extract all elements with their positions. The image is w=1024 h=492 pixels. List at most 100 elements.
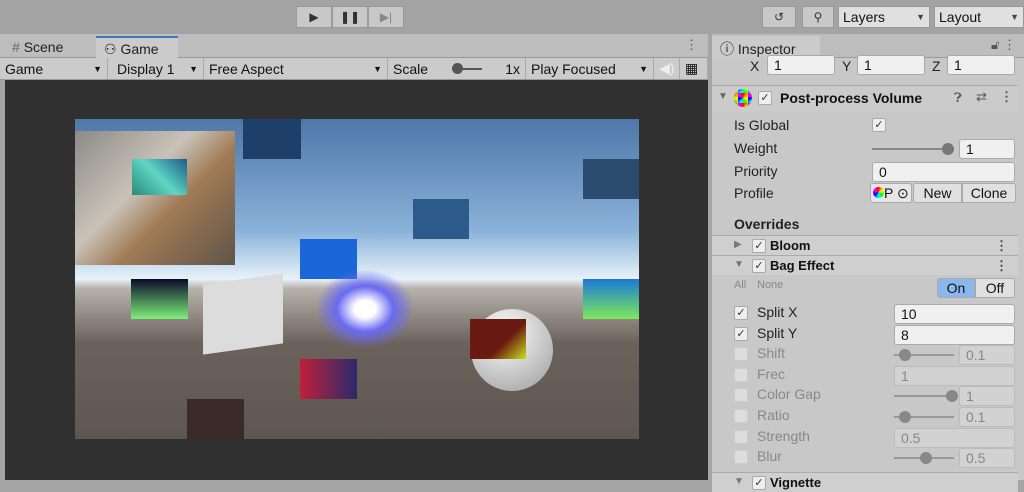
aspect-dropdown[interactable]: Free Aspect ▼ (204, 58, 388, 79)
mute-audio-button[interactable]: ◀) (654, 58, 680, 79)
foldout-expanded-icon[interactable]: ▼ (734, 259, 744, 270)
select-none-link[interactable]: None (757, 279, 783, 291)
play-mode-dropdown[interactable]: Play Focused ▼ (526, 58, 654, 79)
component-header[interactable]: ▼ ✓ Post-process Volume ❓︎ ⇄ ⋮ (712, 85, 1018, 111)
profile-label: Profile (734, 185, 774, 201)
override-checkbox[interactable] (734, 429, 748, 444)
param-field[interactable]: 0.1 (959, 345, 1015, 366)
history-button[interactable]: ↺ (762, 6, 796, 28)
preset-icon[interactable]: ⇄ (976, 89, 987, 105)
more-icon[interactable]: ⋮ (685, 37, 698, 53)
bag-effect-header[interactable]: ▼ ✓ Bag Effect ⋮ (712, 255, 1018, 275)
z-field[interactable]: 1 (947, 55, 1015, 75)
glitch-block (583, 279, 639, 319)
override-checkbox[interactable]: ✓ (734, 306, 748, 320)
glitch-block (131, 279, 188, 319)
postprocess-icon (734, 89, 752, 107)
clone-profile-button[interactable]: Clone (962, 183, 1016, 203)
param-field[interactable]: 0.5 (959, 448, 1015, 469)
param-field[interactable]: 10 (894, 304, 1015, 324)
profile-field[interactable]: P ⊙ (870, 183, 912, 203)
param-field[interactable]: 1 (894, 365, 1015, 386)
y-field[interactable]: 1 (857, 55, 925, 75)
x-field[interactable]: 1 (767, 55, 835, 75)
slider-knob[interactable] (451, 62, 482, 74)
game-mode-dropdown[interactable]: Game ▼ (0, 58, 108, 79)
glitch-block (470, 319, 526, 359)
slider-knob[interactable] (920, 452, 932, 465)
is-global-label: Is Global (734, 117, 790, 133)
param-field[interactable]: 0.5 (894, 427, 1015, 448)
weight-field[interactable]: 1 (959, 139, 1015, 159)
param-slider[interactable] (894, 390, 958, 403)
param-slider[interactable] (894, 452, 954, 465)
stats-button[interactable]: ▦ (680, 58, 708, 79)
profile-value: P (884, 185, 894, 201)
component-enabled-checkbox[interactable]: ✓ (758, 91, 772, 105)
slider-knob[interactable] (899, 349, 912, 362)
tab-scene[interactable]: # Scene (4, 36, 71, 58)
more-icon[interactable]: ⋮ (995, 238, 1008, 254)
is-global-checkbox[interactable]: ✓ (872, 118, 886, 132)
tab-label: Game (120, 41, 159, 57)
display-dropdown[interactable]: Display 1 ▼ (112, 58, 204, 79)
more-icon[interactable]: ⋮ (995, 258, 1008, 274)
layers-dropdown[interactable]: Layers ▼ (838, 6, 930, 28)
param-slider[interactable] (894, 411, 954, 423)
bloom-title: Bloom (770, 238, 811, 253)
param-label: Ratio (757, 407, 790, 423)
tab-game[interactable]: ⚇ Game (96, 36, 178, 58)
pause-icon: ❚❚ (339, 10, 361, 24)
glitch-block (300, 359, 357, 399)
help-icon[interactable]: ❓︎ (954, 90, 962, 106)
priority-field[interactable]: 0 (872, 162, 1015, 182)
param-slider[interactable] (894, 349, 954, 362)
override-checkbox[interactable] (734, 388, 748, 403)
glitch-block (243, 119, 301, 159)
layout-dropdown[interactable]: Layout ▼ (934, 6, 1024, 28)
slider-knob[interactable] (946, 390, 958, 403)
override-checkbox[interactable] (734, 367, 748, 382)
foldout-collapsed-icon[interactable]: ▶ (734, 239, 742, 250)
bloom-header[interactable]: ▶ ✓ Bloom ⋮ (712, 235, 1018, 255)
off-button[interactable]: Off (975, 278, 1015, 298)
search-icon: ⚲ (813, 10, 823, 24)
label: Play Focused (531, 60, 616, 77)
bag-effect-title: Bag Effect (770, 258, 835, 273)
vignette-header[interactable]: ▼ ✓ Vignette (712, 472, 1018, 492)
play-button[interactable]: ▶ (296, 6, 332, 28)
more-icon[interactable]: ⋮ (1000, 89, 1013, 105)
bag-effect-enabled-checkbox[interactable]: ✓ (752, 259, 766, 273)
scale-slider[interactable]: Scale 1x (388, 58, 526, 79)
step-button[interactable]: ▶| (368, 6, 404, 28)
param-field[interactable]: 8 (894, 324, 1015, 345)
foldout-icon[interactable]: ▼ (734, 476, 744, 487)
label: Scale (393, 60, 429, 77)
search-button[interactable]: ⚲ (802, 6, 834, 28)
slider-knob[interactable] (899, 411, 912, 423)
override-checkbox[interactable] (734, 347, 748, 362)
profile-icon (873, 187, 884, 198)
y-label: Y (842, 58, 852, 74)
on-button[interactable]: On (937, 278, 975, 298)
new-profile-button[interactable]: New (913, 183, 962, 203)
override-checkbox[interactable] (734, 409, 748, 423)
lock-icon[interactable]: 🔓︎ ⋮ (991, 37, 1016, 53)
slider-knob[interactable] (942, 143, 954, 155)
override-checkbox[interactable] (734, 450, 748, 465)
bloom-enabled-checkbox[interactable]: ✓ (752, 239, 766, 253)
select-all-link[interactable]: All (734, 279, 746, 291)
object-picker-icon[interactable]: ⊙ (897, 185, 909, 201)
param-label: Frec (757, 365, 785, 382)
play-icon: ▶ (309, 10, 319, 24)
label: Game (5, 60, 44, 77)
param-field[interactable]: 0.1 (959, 407, 1015, 427)
vignette-enabled-checkbox[interactable]: ✓ (752, 476, 766, 490)
layout-label: Layout (939, 9, 982, 25)
override-checkbox[interactable]: ✓ (734, 326, 748, 341)
pause-button[interactable]: ❚❚ (332, 6, 368, 28)
param-field[interactable]: 1 (959, 386, 1015, 407)
weight-slider[interactable] (872, 143, 954, 155)
game-render[interactable] (75, 119, 639, 439)
foldout-expanded-icon[interactable]: ▼ (718, 91, 728, 102)
